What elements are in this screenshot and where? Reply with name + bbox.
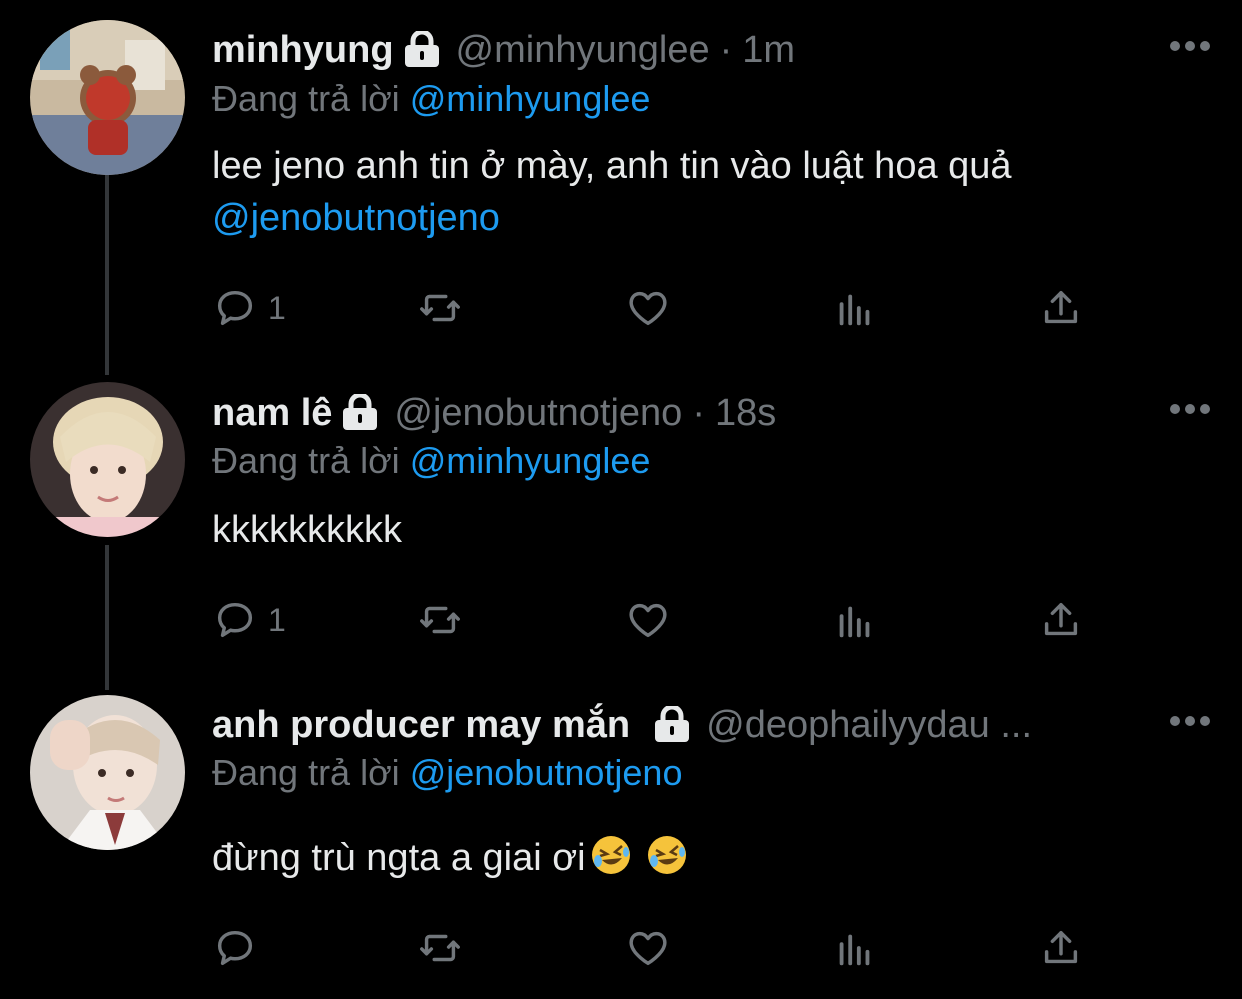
- tweet-body: lee jeno anh tin ở mày, anh tin vào luật…: [212, 145, 1012, 187]
- views-icon: [839, 934, 870, 966]
- reply-context: Đang trả lời @minhyunglee: [212, 77, 650, 121]
- tweet-text: lee jeno anh tin ở mày, anh tin vào luật…: [212, 140, 1172, 244]
- views-button[interactable]: [832, 923, 878, 973]
- share-button[interactable]: [1038, 283, 1084, 333]
- like-icon: [629, 603, 667, 638]
- share-icon: [1044, 602, 1078, 636]
- tweet-mention[interactable]: @jenobutnotjeno: [212, 192, 1172, 244]
- tweet-1[interactable]: minhyung @minhyunglee · 1m Đang trả lời …: [0, 0, 1242, 360]
- reply-button[interactable]: [212, 923, 258, 973]
- action-bar: [212, 923, 1092, 973]
- retweet-button[interactable]: [417, 283, 463, 333]
- reply-button[interactable]: 1: [212, 595, 286, 645]
- avatar[interactable]: [30, 382, 185, 537]
- timestamp[interactable]: 1m: [742, 27, 795, 73]
- more-icon[interactable]: [1168, 711, 1212, 731]
- timestamp[interactable]: 18s: [715, 390, 776, 436]
- retweet-icon: [420, 294, 460, 322]
- reply-icon: [217, 602, 253, 638]
- tweet-header: anh producer may mắn @deophailyydau ...: [212, 702, 1112, 748]
- avatar[interactable]: [30, 695, 185, 850]
- author-handle[interactable]: @jenobutnotjeno: [394, 390, 682, 436]
- reply-context: Đang trả lời @minhyunglee: [212, 439, 650, 483]
- share-button[interactable]: [1038, 595, 1084, 645]
- reply-prefix: Đang trả lời: [212, 752, 400, 793]
- author-name[interactable]: nam lê: [212, 390, 332, 436]
- reply-to-mention[interactable]: @minhyunglee: [410, 78, 651, 119]
- tweet-2[interactable]: nam lê @jenobutnotjeno · 18s Đang trả lờ…: [0, 360, 1242, 690]
- share-icon: [1044, 930, 1078, 964]
- tweet-text: kkkkkkkkkk: [212, 504, 1172, 556]
- lock-icon: [402, 29, 442, 69]
- reply-to-mention[interactable]: @minhyunglee: [410, 440, 651, 481]
- views-button[interactable]: [832, 595, 878, 645]
- action-bar: 1: [212, 283, 1092, 333]
- reply-to-mention[interactable]: @jenobutnotjeno: [410, 752, 683, 793]
- retweet-icon: [420, 934, 460, 962]
- reply-icon: [217, 930, 253, 966]
- retweet-button[interactable]: [417, 923, 463, 973]
- like-button[interactable]: [625, 283, 671, 333]
- more-icon[interactable]: [1168, 36, 1212, 56]
- tweet-header: minhyung @minhyunglee · 1m: [212, 27, 1112, 73]
- rolling-on-floor-laughing-emoji: [591, 836, 630, 874]
- tweet-3[interactable]: anh producer may mắn @deophailyydau ... …: [0, 690, 1242, 999]
- rolling-on-floor-laughing-emoji: [647, 836, 686, 874]
- reply-context: Đang trả lời @jenobutnotjeno: [212, 751, 682, 795]
- author-handle[interactable]: @minhyunglee: [456, 27, 710, 73]
- separator-dot: ·: [719, 29, 733, 71]
- reply-prefix: Đang trả lời: [212, 78, 400, 119]
- retweet-button[interactable]: [417, 595, 463, 645]
- tweet-header: nam lê @jenobutnotjeno · 18s: [212, 390, 1112, 436]
- tweet-text: đừng trù ngta a giai ơi: [212, 832, 1172, 884]
- views-icon: [839, 606, 870, 638]
- views-button[interactable]: [832, 283, 878, 333]
- separator-dot: ·: [692, 392, 705, 434]
- tweet-body: kkkkkkkkkk: [212, 509, 402, 551]
- share-button[interactable]: [1038, 923, 1084, 973]
- share-icon: [1044, 290, 1078, 324]
- author-name[interactable]: anh producer may mắn: [212, 702, 630, 748]
- reply-count: 1: [268, 289, 286, 326]
- lock-icon: [340, 392, 380, 432]
- like-icon: [629, 931, 667, 966]
- retweet-icon: [420, 606, 460, 634]
- reply-icon: [217, 290, 253, 326]
- like-icon: [629, 291, 667, 326]
- action-bar: 1: [212, 595, 1092, 645]
- reply-prefix: Đang trả lời: [212, 440, 400, 481]
- like-button[interactable]: [625, 923, 671, 973]
- more-icon[interactable]: [1168, 399, 1212, 419]
- avatar[interactable]: [30, 20, 185, 175]
- lock-icon: [652, 704, 692, 744]
- views-icon: [839, 294, 870, 326]
- reply-count: 1: [268, 601, 286, 638]
- reply-button[interactable]: 1: [212, 283, 286, 333]
- tweet-body: đừng trù ngta a giai ơi: [212, 837, 586, 879]
- like-button[interactable]: [625, 595, 671, 645]
- author-name[interactable]: minhyung: [212, 27, 394, 73]
- author-handle[interactable]: @deophailyydau ...: [706, 702, 1032, 748]
